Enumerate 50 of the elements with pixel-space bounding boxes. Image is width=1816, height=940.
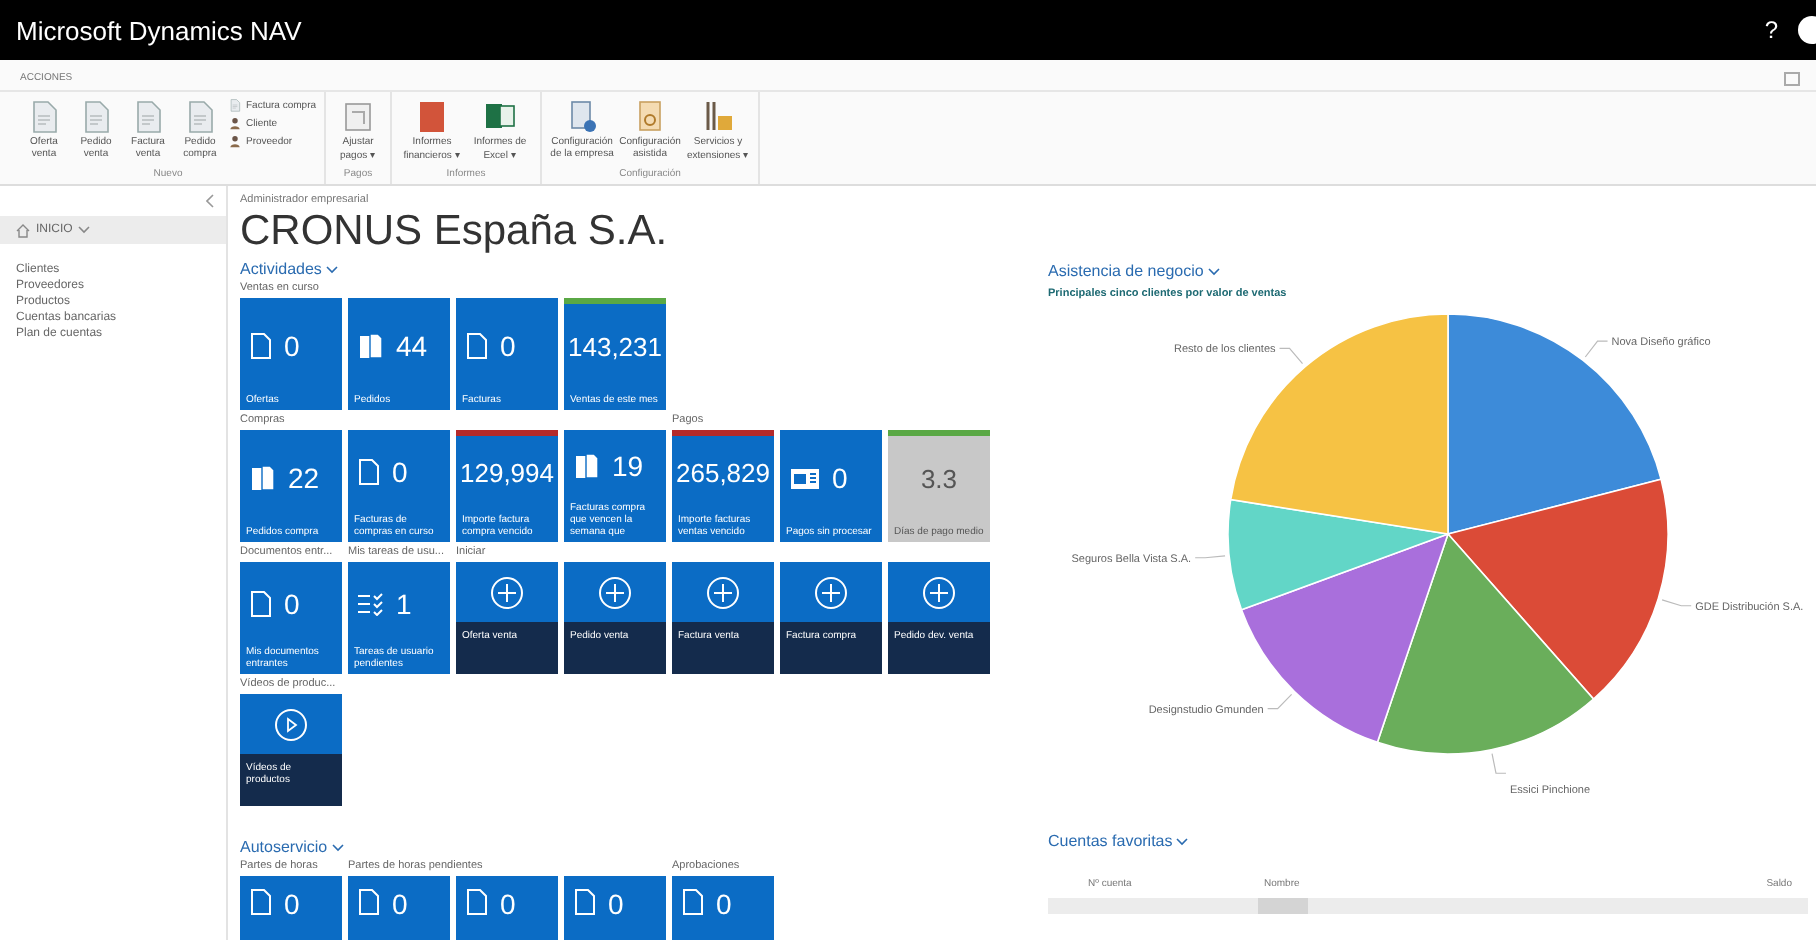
count-tile[interactable]: 0 bbox=[348, 876, 450, 940]
window-title: Microsoft Dynamics NAV bbox=[16, 15, 304, 45]
chevron-down-icon bbox=[1176, 837, 1189, 845]
plus-circle-icon bbox=[490, 575, 524, 609]
document-icon bbox=[682, 888, 704, 916]
leader-line bbox=[1584, 340, 1609, 358]
spreadsheet-icon bbox=[482, 98, 519, 134]
count-tile[interactable]: 0 bbox=[672, 876, 774, 940]
count-tile[interactable]: 0 bbox=[456, 876, 558, 940]
section-header[interactable]: Cuentas favoritas bbox=[1048, 832, 1816, 850]
count-tile[interactable]: 0 bbox=[240, 876, 342, 940]
chevron-down-icon bbox=[78, 226, 91, 234]
document-icon bbox=[466, 332, 488, 360]
documents-icon bbox=[250, 464, 276, 492]
play-circle-icon bbox=[274, 707, 308, 741]
plus-circle-icon bbox=[814, 575, 848, 609]
chevron-down-icon bbox=[331, 843, 344, 851]
plus-circle-icon bbox=[706, 575, 740, 609]
documents-icon bbox=[358, 332, 384, 360]
document-icon bbox=[358, 888, 380, 916]
documents-icon bbox=[574, 452, 600, 480]
collapse-icon[interactable] bbox=[206, 194, 214, 208]
company-name: CRONUS España S.A. bbox=[240, 208, 670, 256]
chevron-down-icon bbox=[1207, 267, 1220, 275]
document-icon bbox=[228, 98, 242, 112]
plus-circle-icon bbox=[598, 575, 632, 609]
count-tile[interactable]: 0 bbox=[564, 876, 666, 940]
leader-line bbox=[1278, 347, 1304, 365]
document-icon bbox=[466, 888, 488, 916]
home-icon bbox=[16, 223, 30, 237]
scroll-thumb[interactable] bbox=[1258, 898, 1308, 914]
document-icon bbox=[574, 888, 596, 916]
plus-circle-icon bbox=[922, 575, 956, 609]
section-header[interactable]: Asistencia de negocio bbox=[1048, 262, 1816, 280]
document-icon bbox=[250, 590, 272, 618]
leader-line bbox=[1194, 555, 1226, 559]
document-icon bbox=[250, 332, 272, 360]
document-icon bbox=[250, 888, 272, 916]
person-icon bbox=[228, 134, 242, 148]
leader-line bbox=[1661, 599, 1692, 607]
section-header[interactable]: Actividades bbox=[240, 260, 338, 278]
section-header[interactable]: Autoservicio bbox=[240, 838, 344, 856]
leader-line bbox=[1267, 693, 1293, 710]
help-button[interactable]: ? bbox=[1764, 16, 1778, 44]
chevron-down-icon bbox=[325, 265, 338, 273]
leader-line bbox=[1491, 753, 1507, 774]
document-icon bbox=[358, 458, 380, 486]
task-list-icon bbox=[358, 592, 384, 616]
person-icon bbox=[228, 116, 242, 130]
edit-icon[interactable] bbox=[1784, 72, 1800, 86]
